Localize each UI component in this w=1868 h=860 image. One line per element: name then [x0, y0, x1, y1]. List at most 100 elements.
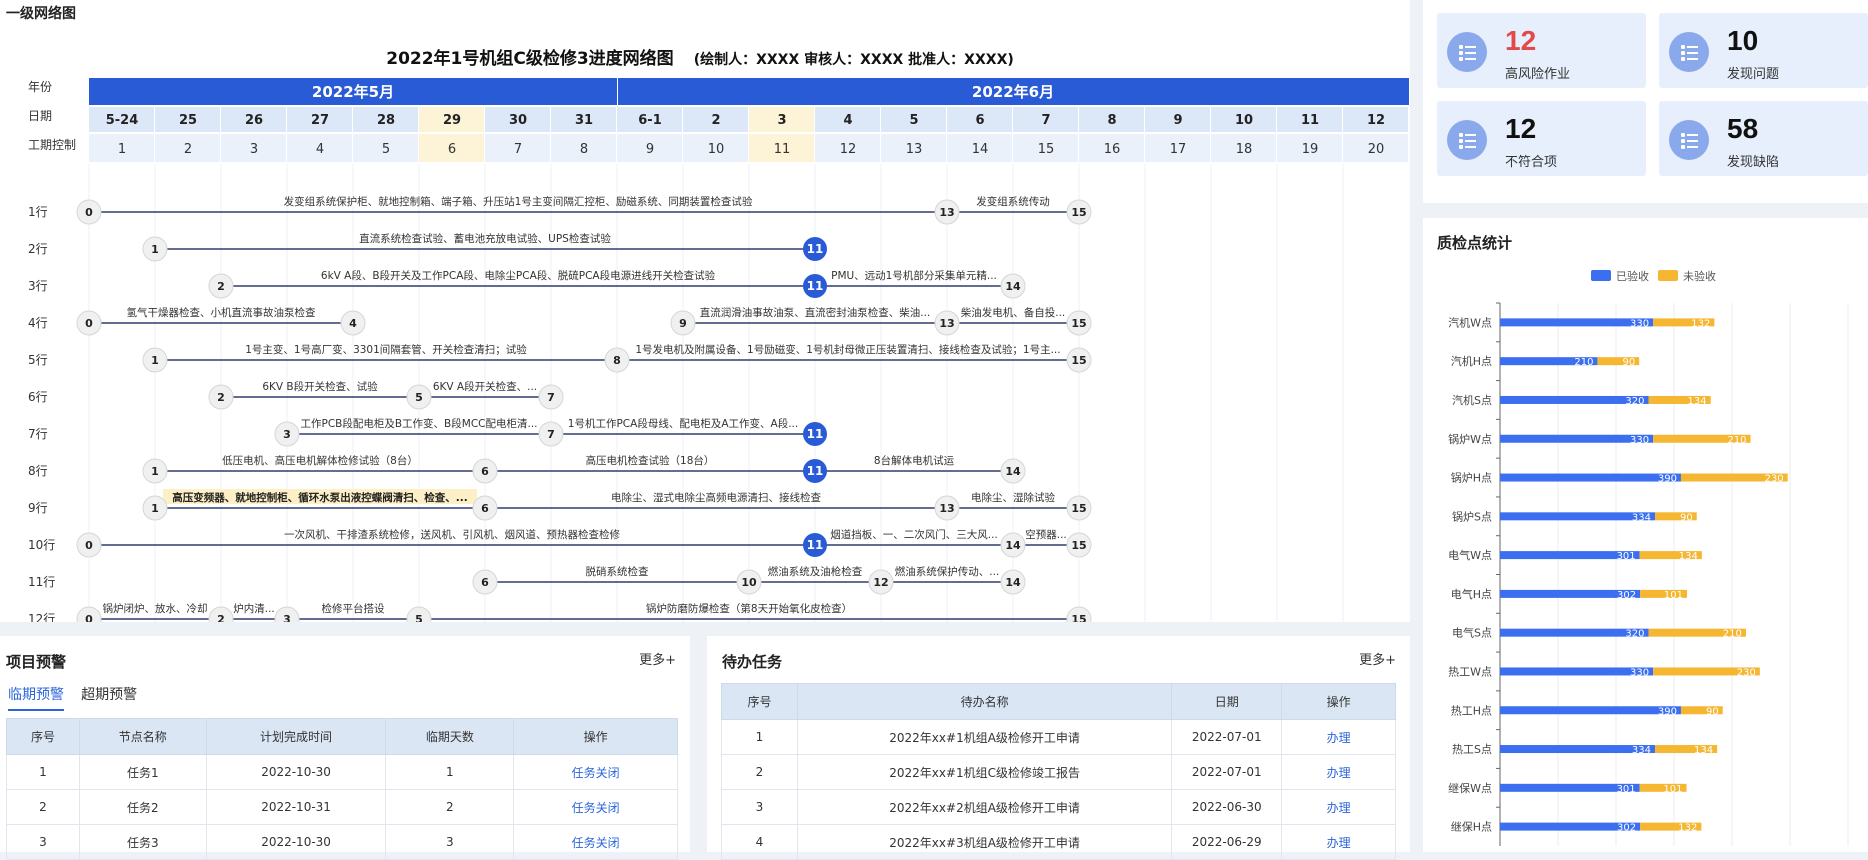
activity-label[interactable]: 直流系统检查试验、蓄电池充放电试验、UPS检查试验 [359, 232, 611, 245]
node-number: 11 [807, 242, 824, 256]
cell-index: 3 [6, 824, 80, 860]
cell-task-name: 2022年xx#2机组A级检修开工申请 [796, 789, 1173, 825]
kpi-label: 高风险作业 [1505, 67, 1571, 82]
activity-label[interactable]: 锅炉闭炉、放水、冷却 [103, 602, 208, 615]
activity-label[interactable]: 6KV B段开关检查、试验 [262, 380, 378, 393]
kpi-label: 发现缺陷 [1727, 155, 1780, 170]
todo-more-link[interactable]: 更多+ [1359, 649, 1396, 668]
node-number: 2 [217, 280, 225, 293]
date-label: 10 [1235, 113, 1253, 128]
lane-label: 8行 [28, 464, 48, 478]
warning-more-link[interactable]: 更多+ [639, 649, 676, 668]
tab-near-due[interactable]: 临期预警 [8, 684, 64, 711]
activity-label[interactable]: 1号发电机及附属设备、1号励磁变、1号机封母微正压装置清扫、接线检查及试验；1号… [635, 343, 1060, 356]
lane-label: 9行 [28, 501, 48, 515]
period-label: 13 [906, 142, 923, 157]
activity-label[interactable]: 低压电机、高压电机解体检修试验（8台） [222, 454, 418, 467]
cell-node: 任务2 [78, 789, 207, 825]
bar-value-accepted: 334 [1632, 512, 1651, 523]
activity-label[interactable]: 工作PCB段配电柜及B工作变、B段MCC配电柜清... [300, 417, 537, 430]
date-label: 12 [1367, 113, 1385, 128]
table-row: 2 2022年xx#1机组C级检修竣工报告 2022-07-01 办理 [721, 754, 1396, 790]
cell-index: 4 [721, 824, 798, 860]
activity-label[interactable]: 1号主变、1号高厂变、3301间隔套管、开关检查清扫；试验 [245, 343, 527, 356]
handle-link[interactable]: 办理 [1281, 824, 1396, 860]
activity-label[interactable]: 空预器... [1025, 528, 1067, 541]
bar-value-accepted: 390 [1658, 474, 1677, 485]
activity-label[interactable]: 柴油发电机、备自投... [961, 306, 1066, 319]
handle-link[interactable]: 办理 [1281, 754, 1396, 790]
activity-label[interactable]: 氢气干燥器检查、小机直流事故油泵检查 [127, 306, 316, 319]
activity-label[interactable]: 炉内清... [233, 602, 275, 615]
kpi-card-issues[interactable]: 10 发现问题 [1659, 13, 1868, 88]
activity-label[interactable]: 1号机工作PCA段母线、配电柜及A工作变、A段... [568, 417, 798, 430]
table-row: 1 2022年xx#1机组A级检修开工申请 2022-07-01 办理 [721, 719, 1396, 755]
activity-label[interactable]: 发变组系统保护柜、就地控制箱、端子箱、升压站1号主变间隔汇控柜、励磁系统、同期装… [284, 195, 753, 208]
table-row: 4 2022年xx#3机组A级检修开工申请 2022-06-29 办理 [721, 824, 1396, 860]
date-label: 30 [509, 113, 527, 128]
date-label: 27 [311, 113, 329, 128]
node-number: 0 [85, 539, 93, 552]
node-number: 7 [547, 428, 555, 441]
table-row: 1 任务1 2022-10-30 1 任务关闭 [6, 754, 678, 790]
close-task-link[interactable]: 任务关闭 [513, 824, 678, 860]
activity-label[interactable]: 燃油系统保护传动、... [895, 565, 1000, 578]
cell-days: 3 [385, 824, 515, 860]
kpi-panel: 12 高风险作业 10 发现问题 12 不符合项 58 发现缺陷 [1423, 0, 1868, 203]
kpi-card-defects[interactable]: 58 发现缺陷 [1659, 101, 1868, 176]
activity-label[interactable]: 8台解体电机试运 [874, 454, 955, 467]
close-task-link[interactable]: 任务关闭 [513, 754, 678, 790]
activity-label[interactable]: PMU、远动1号机部分采集单元精... [831, 269, 997, 282]
node-number: 0 [85, 317, 93, 330]
bar-accepted[interactable] [1500, 706, 1681, 715]
kpi-card-high-risk[interactable]: 12 高风险作业 [1437, 13, 1646, 88]
month-label: 2022年5月 [312, 83, 394, 101]
close-task-link[interactable]: 任务关闭 [513, 789, 678, 825]
period-label: 12 [840, 142, 857, 157]
category-label: 汽机W点 [1448, 315, 1492, 329]
category-label: 热工W点 [1448, 665, 1492, 678]
category-label: 继保H点 [1451, 820, 1492, 834]
activity-label[interactable]: 发变组系统传动 [976, 195, 1050, 208]
category-label: 热工H点 [1451, 704, 1492, 717]
period-label: 19 [1302, 142, 1319, 157]
lane-label: 1行 [28, 205, 48, 219]
activity-label[interactable]: 检修平台搭设 [322, 602, 385, 615]
handle-link[interactable]: 办理 [1281, 719, 1396, 755]
node-number: 3 [283, 613, 291, 622]
activity-label[interactable]: 直流润滑油事故油泵、直流密封油泵检查、柴油... [700, 306, 931, 319]
lane-label: 12行 [28, 612, 55, 622]
bar-value-accepted: 330 [1630, 435, 1649, 446]
node-number: 12 [873, 576, 888, 589]
tab-overdue[interactable]: 超期预警 [81, 684, 137, 709]
activity-label[interactable]: 6KV A段开关检查、... [433, 380, 537, 393]
activity-label[interactable]: 锅炉防磨防爆检查（第8天开始氧化皮检查） [646, 602, 852, 615]
activity-label[interactable]: 电除尘、湿除试验 [971, 491, 1055, 504]
cell-date: 2022-06-30 [1171, 789, 1283, 825]
node-number: 15 [1071, 354, 1086, 367]
handle-link[interactable]: 办理 [1281, 789, 1396, 825]
bar-accepted[interactable] [1500, 473, 1681, 482]
activity-label[interactable]: 电除尘、湿式电除尘高频电源清扫、接线检查 [611, 491, 821, 504]
quality-chart: 已验收 未验收汽机W点 330 132 汽机H点 210 90 汽机S点 320 134 锅炉W点 3… [1448, 269, 1849, 846]
activity-label[interactable]: 高压变频器、就地控制柜、循环水泵出液控蝶阀清扫、检查、... [172, 491, 467, 504]
kpi-label: 发现问题 [1727, 67, 1780, 82]
cell-task-name: 2022年xx#1机组A级检修开工申请 [796, 719, 1173, 755]
activity-label[interactable]: 6kV A段、B段开关及工作PCA段、电除尘PCA段、脱硫PCA段电源进线开关检… [321, 269, 716, 282]
network-title: 2022年1号机组C级检修3进度网络图 (绘制人：XXXX 审核人：XXXX 批准… [0, 44, 1400, 69]
date-label: 9 [1173, 113, 1182, 128]
activity-label[interactable]: 脱硝系统检查 [586, 565, 649, 578]
column-header: 序号 [721, 683, 798, 720]
node-number: 8 [613, 354, 621, 367]
node-number: 11 [807, 279, 824, 293]
kpi-card-nonconform[interactable]: 12 不符合项 [1437, 101, 1646, 176]
lane-label: 10行 [28, 538, 55, 552]
activity-label[interactable]: 高压电机检查试验（18台） [586, 454, 715, 467]
lane-label: 2行 [28, 242, 48, 256]
activity-label[interactable]: 燃油系统及油枪检查 [768, 565, 863, 578]
activity-label[interactable]: 一次风机、干排渣系统检修，送风机、引风机、烟风道、预热器检查检修 [284, 528, 620, 541]
activity-label[interactable]: 烟道挡板、一、二次风门、三大风... [830, 528, 998, 541]
period-label: 16 [1104, 142, 1121, 157]
bar-value-pending: 101 [1663, 784, 1682, 795]
period-label: 7 [514, 142, 522, 157]
